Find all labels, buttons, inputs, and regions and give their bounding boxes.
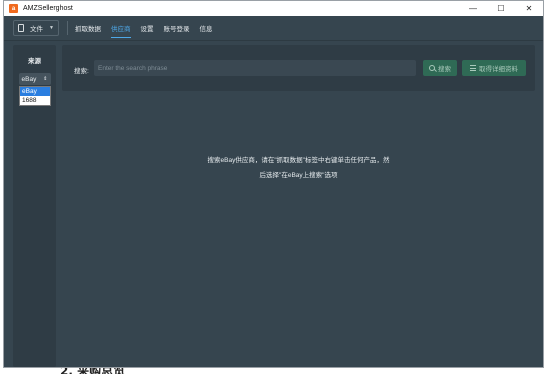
close-button[interactable]: ✕ <box>515 1 543 16</box>
file-menu-button[interactable]: 文件 ▼ <box>13 20 59 36</box>
file-menu-label: 文件 <box>30 26 44 33</box>
search-input[interactable] <box>94 60 416 76</box>
updown-arrows-icon: ⇕ <box>43 76 48 82</box>
chevron-down-icon: ▼ <box>49 25 54 31</box>
tab-suppliers[interactable]: 供应商 <box>111 19 131 38</box>
minimize-button[interactable]: — <box>459 1 487 16</box>
search-icon <box>429 65 435 71</box>
search-button-label: 搜索 <box>438 66 451 73</box>
source-select[interactable]: eBay ⇕ <box>18 73 51 85</box>
tab-settings[interactable]: 设置 <box>141 19 154 37</box>
get-details-button[interactable]: 取得详细资料 <box>462 60 526 76</box>
info-line-2: 后选择"在eBay上搜索"选项 <box>259 172 338 179</box>
menu-divider <box>67 21 68 35</box>
source-sidebar: 来源 eBay ⇕ eBay 1688 <box>13 45 56 367</box>
search-button[interactable]: 搜索 <box>423 60 457 76</box>
source-option-ebay[interactable]: eBay <box>20 87 50 96</box>
source-dropdown-list: eBay 1688 <box>19 86 51 106</box>
info-line-1: 搜索eBay供应商，请在"抓取数据"标签中右键单击任何产品，然 <box>207 157 390 164</box>
tab-scrape-data[interactable]: 抓取数据 <box>75 19 101 37</box>
info-message: 搜索eBay供应商，请在"抓取数据"标签中右键单击任何产品，然 后选择"在eBa… <box>62 153 535 183</box>
app-window: a AMZSellerghost — ☐ ✕ 文件 ▼ 抓取数据 供应商 设置 … <box>3 0 544 368</box>
document-icon <box>18 24 24 32</box>
search-label: 搜索: <box>74 68 89 75</box>
tab-account-login[interactable]: 账号登录 <box>164 19 190 37</box>
get-details-label: 取得详细资料 <box>479 66 518 73</box>
app-logo-icon: a <box>9 4 18 13</box>
window-controls: — ☐ ✕ <box>459 1 543 16</box>
tab-info[interactable]: 信息 <box>200 19 213 37</box>
source-title: 来源 <box>28 58 41 65</box>
title-bar: a AMZSellerghost — ☐ ✕ <box>4 1 543 16</box>
search-panel: 搜索: 搜索 取得详细资料 <box>62 45 535 91</box>
maximize-button[interactable]: ☐ <box>487 1 515 16</box>
list-icon <box>470 65 476 71</box>
source-option-1688[interactable]: 1688 <box>20 96 50 105</box>
window-title: AMZSellerghost <box>23 5 73 12</box>
menu-bar: 文件 ▼ 抓取数据 供应商 设置 账号登录 信息 <box>4 16 543 41</box>
source-selected-value: eBay <box>21 75 37 83</box>
